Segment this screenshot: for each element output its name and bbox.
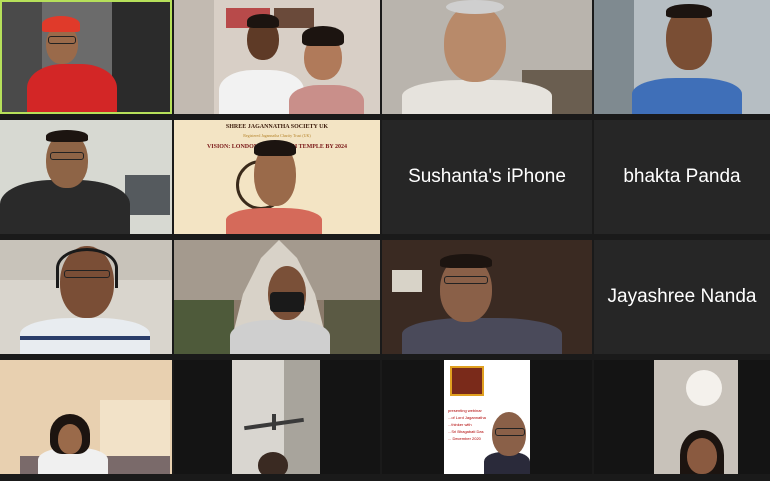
participant-tile-14[interactable] [174,360,380,474]
deity-image [450,366,484,396]
participant-tile-5[interactable] [0,120,172,234]
participant-name: Sushanta's iPhone [408,166,566,187]
participant-tile-jayashree-nanda[interactable]: Jayashree Nanda [594,240,770,354]
headset-icon [56,248,118,288]
poster-line: ...thinker with [448,422,472,427]
participant-video [0,120,172,234]
participant-tile-6[interactable]: SHREE JAGANNATHA SOCIETY UK Registered J… [174,120,380,234]
video-gallery: SHREE JAGANNATHA SOCIETY UK Registered J… [0,0,770,481]
participant-tile-4[interactable] [594,0,770,114]
participant-tile-10[interactable] [174,240,380,354]
banner-title: SHREE JAGANNATHA SOCIETY UK [225,124,329,130]
participant-video [0,360,172,474]
poster-line: ... December 2020 [448,436,481,441]
participant-video [174,0,380,114]
participant-video [174,240,380,354]
participant-video: presenting webinar ...of Lord Jagannatha… [382,360,592,474]
participant-video [2,2,170,112]
participant-video: SHREE JAGANNATHA SOCIETY UK Registered J… [174,120,380,234]
participant-tile-2[interactable] [174,0,380,114]
participant-video [382,0,592,114]
banner-subtitle: Registered Jagannatha Charity Trust (UK) [243,133,311,138]
participant-name: bhakta Panda [623,166,741,187]
participant-video [594,0,770,114]
participant-tile-1[interactable] [0,0,172,114]
participant-tile-bhakta-panda[interactable]: bhakta Panda [594,120,770,234]
participant-tile-13[interactable] [0,360,172,474]
poster-line: ...of Lord Jagannatha [448,415,486,420]
participant-name: Jayashree Nanda [607,286,757,307]
participant-video [174,360,380,474]
participant-tile-9[interactable] [0,240,172,354]
participant-tile-sushanta[interactable]: Sushanta's iPhone [382,120,592,234]
participant-video [382,240,592,354]
poster-line: presenting webinar [448,408,482,413]
webinar-poster: presenting webinar ...of Lord Jagannatha… [444,360,530,474]
participant-tile-15[interactable]: presenting webinar ...of Lord Jagannatha… [382,360,592,474]
poster-line: ...Sri Bhagabati Das [448,429,484,434]
participant-tile-11[interactable] [382,240,592,354]
participant-video [0,240,172,354]
participant-tile-16[interactable] [594,360,770,474]
participant-video [594,360,770,474]
participant-tile-3[interactable] [382,0,592,114]
